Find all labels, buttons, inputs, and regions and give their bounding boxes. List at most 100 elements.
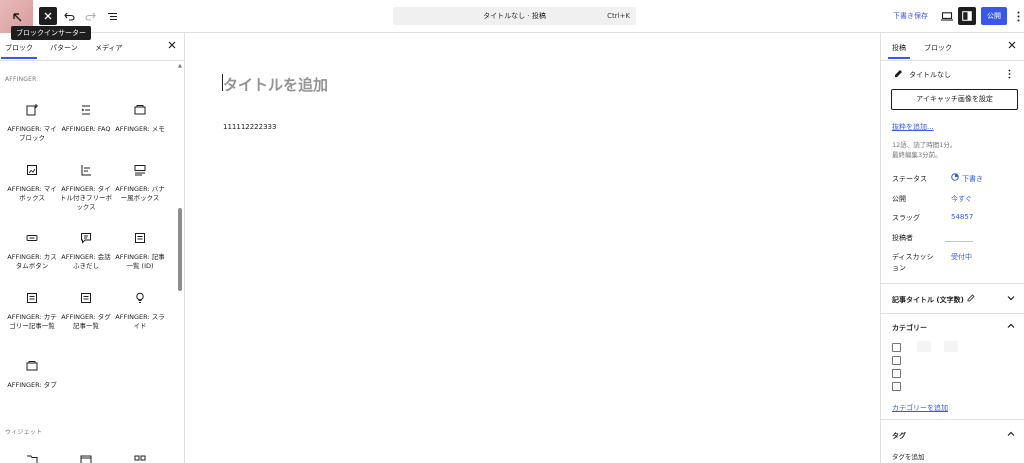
tab-post[interactable]: 投稿 (888, 43, 910, 59)
button-icon (26, 235, 38, 241)
publish-button[interactable]: 公開 (981, 7, 1007, 25)
block-affinger-mybox[interactable]: AFFINGER: マイボックス (6, 163, 58, 203)
block-affinger-memo[interactable]: AFFINGER: メモ (114, 103, 166, 134)
block-affinger-banner-box[interactable]: AFFINGER: バナー風ボックス (114, 163, 166, 203)
discussion-value[interactable]: 受付中 (951, 252, 972, 262)
block-label: AFFINGER: メモ (115, 125, 165, 133)
block-inserter-panel: ブロック パターン メディア ▲ AFFINGER AFFINGER: マイブロ… (0, 33, 185, 463)
undo-icon (63, 12, 75, 21)
titled-box-icon (81, 165, 91, 176)
chevron-up-icon[interactable] (1007, 323, 1015, 329)
block-affinger-slide[interactable]: AFFINGER: スライド (114, 291, 166, 331)
save-draft-button[interactable]: 下書き保存 (893, 11, 928, 21)
publish-value[interactable]: 今すぐ (951, 194, 972, 204)
close-icon (44, 12, 52, 20)
block-affinger-category-list[interactable]: AFFINGER: カテゴリー記事一覧 (6, 291, 58, 331)
publish-label: 公開 (892, 195, 906, 203)
post-title-input[interactable]: タイトルを追加 (223, 74, 328, 95)
redo-button[interactable] (84, 6, 96, 26)
block-label: AFFINGER: タイトル付きフリーボックス (60, 185, 112, 211)
command-palette-bar[interactable]: タイトルなし · 投稿 Ctrl+K (393, 7, 636, 25)
sidebar-icon (962, 11, 972, 21)
options-button[interactable] (1014, 6, 1022, 26)
block-affinger-titled-freebox[interactable]: AFFINGER: タイトル付きフリーボックス (60, 163, 112, 212)
chevron-down-icon[interactable] (1007, 295, 1015, 301)
folder-icon[interactable] (26, 455, 38, 463)
list-view-icon (107, 12, 117, 20)
tag-panel[interactable]: タグ (892, 431, 906, 441)
preview-button[interactable] (939, 6, 955, 26)
paragraph-block[interactable]: 111112222333 (223, 123, 276, 131)
block-affinger-tab[interactable]: AFFINGER: タブ (6, 359, 58, 390)
close-inserter-button[interactable] (168, 41, 176, 52)
block-label: AFFINGER: マイボックス (7, 185, 57, 202)
add-tag-label: タグを追加 (892, 453, 925, 461)
block-affinger-tag-list[interactable]: AFFINGER: タグ記事一覧 (60, 291, 112, 331)
status-label: ステータス (892, 175, 927, 183)
divider (881, 313, 1024, 314)
tab-icon (26, 361, 38, 371)
block-label: AFFINGER: カテゴリー記事一覧 (7, 313, 57, 330)
close-icon (1008, 41, 1016, 49)
tab-media[interactable]: メディア (95, 43, 123, 53)
slug-label: スラッグ (892, 214, 920, 222)
author-select[interactable] (945, 241, 973, 242)
category-checkbox[interactable] (892, 369, 901, 378)
category-list-icon (27, 293, 37, 303)
settings-toggle[interactable] (958, 7, 976, 25)
calendar-icon[interactable] (80, 455, 92, 463)
block-label: AFFINGER: FAQ (61, 125, 111, 133)
tab-blocks[interactable]: ブロック (1, 43, 37, 59)
draft-status-icon (951, 173, 959, 181)
last-edited: 最終編集3分前。 (892, 151, 942, 159)
arrow-up-left-icon (12, 12, 21, 21)
block-inserter-toggle[interactable] (39, 7, 57, 25)
shortcut-hint: Ctrl+K (607, 12, 630, 20)
close-sidebar-button[interactable] (1008, 41, 1016, 52)
block-label: AFFINGER: マイブロック (7, 125, 57, 142)
document-overview-button[interactable] (105, 6, 119, 26)
add-category-link[interactable]: カテゴリーを追加 (892, 403, 948, 413)
inserter-scrollbar[interactable] (178, 208, 182, 291)
inserter-tooltip: ブロックインサーター (11, 26, 91, 40)
block-label: AFFINGER: 記事一覧 (ID) (115, 253, 165, 270)
sidebar-tabs: 投稿 ブロック (881, 33, 1024, 61)
block-label: AFFINGER: スライド (115, 313, 165, 330)
pencil-icon (967, 294, 975, 302)
discussion-label: ディスカッシ (892, 253, 934, 261)
category-name-placeholder (944, 341, 958, 352)
pen-icon (895, 70, 902, 77)
slide-icon (136, 292, 144, 303)
word-count: 12語、読了時間1分。 (892, 141, 957, 149)
category-checkbox[interactable] (892, 343, 901, 352)
block-label: AFFINGER: バナー風ボックス (115, 185, 165, 202)
close-icon (168, 41, 176, 49)
block-affinger-myblock[interactable]: AFFINGER: マイブロック (6, 103, 58, 143)
block-plus-icon (26, 104, 38, 116)
tab-patterns[interactable]: パターン (50, 43, 78, 53)
widgets-heading: ウィジェット (5, 429, 43, 436)
divider (881, 419, 1024, 420)
more-vertical-icon[interactable] (1008, 69, 1011, 79)
article-title-panel[interactable]: 記事タイトル (文字数) (892, 295, 964, 305)
block-label: AFFINGER: カスタムボタン (7, 253, 57, 270)
scroll-up-arrow[interactable]: ▲ (178, 63, 182, 69)
block-affinger-article-list-id[interactable]: AFFINGER: 記事一覧 (ID) (114, 231, 166, 271)
block-affinger-faq[interactable]: AFFINGER: FAQ (60, 103, 112, 134)
status-value[interactable]: 下書き (962, 174, 983, 184)
set-featured-image-button[interactable]: アイキャッチ画像を設定 (891, 89, 1018, 110)
tab-block[interactable]: ブロック (924, 43, 952, 53)
category-panel[interactable]: カテゴリー (892, 323, 927, 333)
category-checkbox[interactable] (892, 356, 901, 365)
block-affinger-custom-button[interactable]: AFFINGER: カスタムボタン (6, 231, 58, 271)
undo-button[interactable] (63, 6, 75, 26)
category-heading: AFFINGER (5, 76, 37, 83)
slug-value[interactable]: 54857 (951, 213, 973, 221)
grid-icon[interactable] (134, 455, 146, 463)
chevron-up-icon[interactable] (1007, 431, 1015, 437)
block-affinger-speech-bubble[interactable]: AFFINGER: 会話ふきだし (60, 231, 112, 271)
category-checkbox[interactable] (892, 382, 901, 391)
post-summary-title: タイトルなし (909, 71, 951, 79)
add-excerpt-link[interactable]: 抜粋を追加... (892, 122, 934, 132)
memo-box-icon (134, 105, 146, 115)
